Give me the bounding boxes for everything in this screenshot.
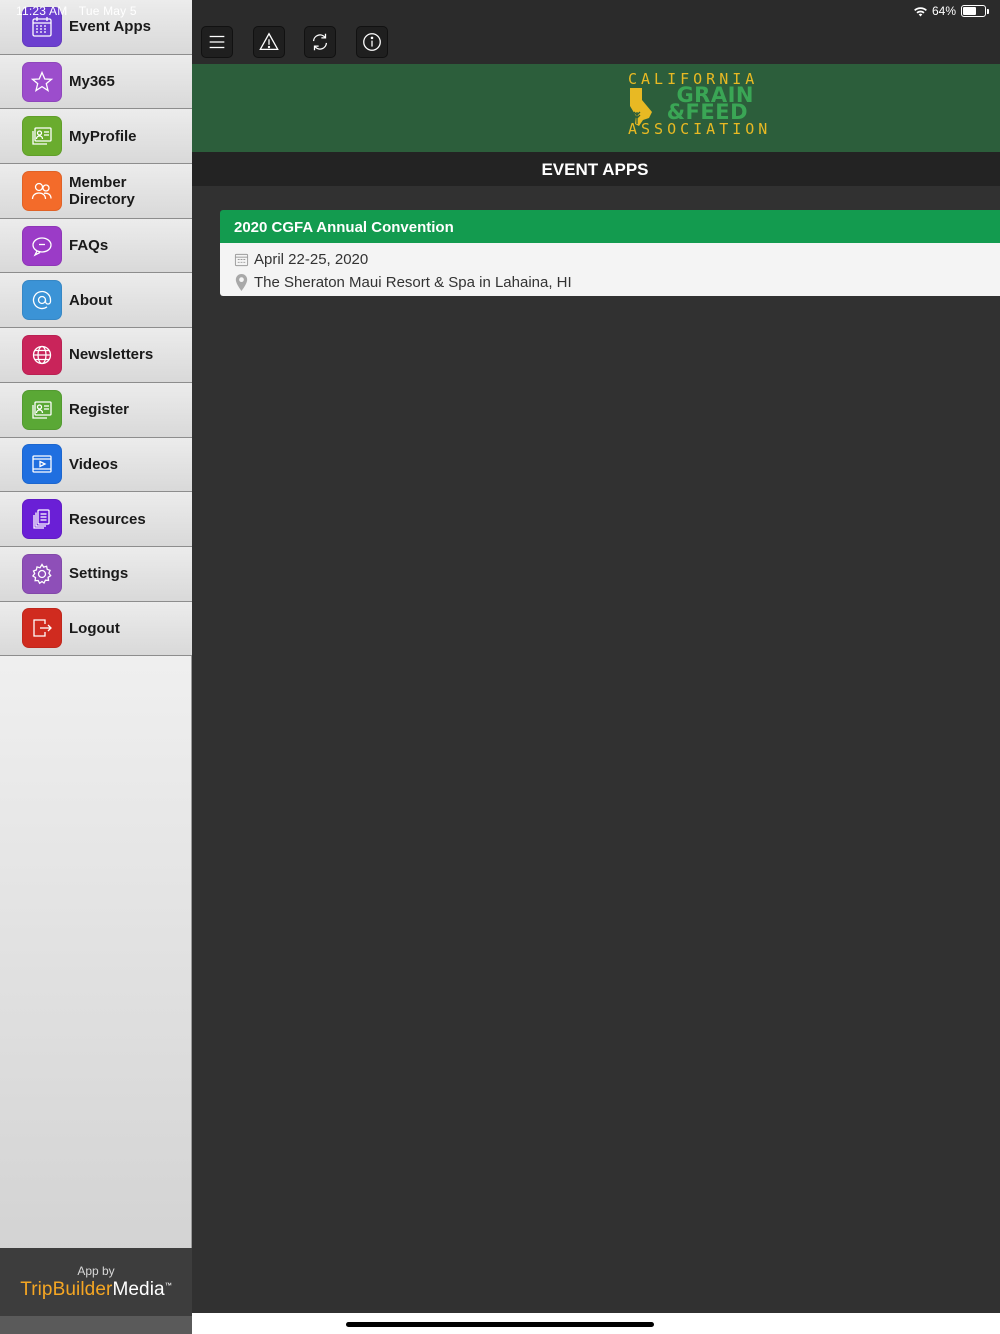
sidebar-item-videos[interactable]: Videos [0, 437, 192, 493]
main-content: 64% CALIFORNIA GRAIN &FEED ASSOCIATION E… [192, 0, 1000, 1334]
info-icon [363, 33, 381, 51]
profile-card-icon [22, 116, 62, 157]
event-details: April 22-25, 2020 The Sheraton Maui Reso… [220, 243, 1000, 296]
sidebar-item-resources[interactable]: Resources [0, 492, 192, 547]
info-button[interactable] [356, 26, 388, 58]
sidebar-item-label: Videos [69, 455, 118, 473]
brand-part1: TripBuilder [20, 1279, 113, 1300]
event-date-row: April 22-25, 2020 [234, 248, 1000, 271]
status-bar-left: 11:23 AM Tue May 5 [16, 4, 145, 18]
sidebar-item-label: Newsletters [69, 346, 154, 364]
brand-logo: TripBuilderMedia™ [0, 1279, 192, 1301]
globe-icon [22, 334, 62, 375]
sidebar-item-label: FAQs [69, 237, 109, 255]
documents-icon [22, 499, 62, 540]
association-banner: CALIFORNIA GRAIN &FEED ASSOCIATION [192, 64, 1000, 152]
gear-icon [22, 553, 62, 594]
at-sign-icon [22, 280, 62, 321]
event-date: April 22-25, 2020 [254, 251, 369, 268]
sidebar-item-label: Resources [69, 510, 146, 528]
sidebar-item-register[interactable]: Register [0, 382, 192, 438]
toolbar: 64% [192, 0, 1000, 64]
logout-icon [22, 608, 62, 649]
home-indicator[interactable] [346, 1322, 654, 1327]
event-location-row: The Sheraton Maui Resort & Spa in Lahain… [234, 271, 1000, 294]
sidebar-footer[interactable]: App by TripBuilderMedia™ [0, 1248, 192, 1316]
battery-icon [961, 5, 989, 17]
status-bar-right: 64% [913, 4, 989, 18]
alert-button[interactable] [253, 26, 285, 58]
sidebar-bottom-strip [0, 1316, 192, 1334]
warning-icon [259, 32, 279, 50]
video-icon [22, 444, 62, 485]
wifi-icon [914, 6, 927, 17]
sidebar: Event Apps My365 MyProfile Member Direct… [0, 0, 192, 1334]
refresh-button[interactable] [304, 26, 336, 58]
sidebar-item-label: My365 [69, 73, 115, 91]
sidebar-item-about[interactable]: About [0, 273, 192, 329]
brand-part2: Media [112, 1279, 165, 1300]
event-location: The Sheraton Maui Resort & Spa in Lahain… [254, 274, 572, 291]
menu-button[interactable] [201, 26, 233, 58]
sidebar-item-label: Event Apps [69, 18, 151, 36]
status-time: 11:23 AM [16, 4, 68, 18]
app-by-label: App by [77, 1264, 115, 1278]
event-title: 2020 CGFA Annual Convention [220, 210, 1000, 243]
profile-card-icon [22, 389, 62, 430]
california-shape-icon [630, 88, 652, 126]
hamburger-icon [209, 35, 225, 49]
refresh-icon [312, 33, 328, 51]
page-title-bar: EVENT APPS [192, 152, 1000, 186]
sidebar-item-label: Settings [69, 565, 129, 583]
star-icon [22, 61, 62, 102]
page-title: EVENT APPS [541, 160, 649, 179]
association-logo: CALIFORNIA GRAIN &FEED ASSOCIATION [628, 71, 767, 145]
sidebar-item-logout[interactable]: Logout [0, 601, 192, 657]
sidebar-item-my365[interactable]: My365 [0, 54, 192, 110]
brand-tm: ™ [164, 1282, 172, 1290]
sidebar-item-label: Logout [69, 619, 120, 637]
sidebar-item-settings[interactable]: Settings [0, 546, 192, 602]
speech-bubble-icon [22, 225, 62, 266]
sidebar-item-myprofile[interactable]: MyProfile [0, 109, 192, 165]
status-date: Tue May 5 [78, 4, 137, 18]
event-card[interactable]: 2020 CGFA Annual Convention April 22-25,… [220, 210, 1000, 296]
location-pin-icon [235, 274, 248, 291]
sidebar-item-label: Register [69, 401, 130, 419]
sidebar-item-label: MyProfile [69, 127, 137, 145]
sidebar-menu: Event Apps My365 MyProfile Member Direct… [0, 0, 192, 657]
sidebar-item-label: About [69, 291, 113, 309]
battery-percent: 64% [931, 4, 956, 18]
calendar-icon [234, 253, 249, 267]
sidebar-item-faqs[interactable]: FAQs [0, 218, 192, 274]
sidebar-item-newsletters[interactable]: Newsletters [0, 328, 192, 383]
